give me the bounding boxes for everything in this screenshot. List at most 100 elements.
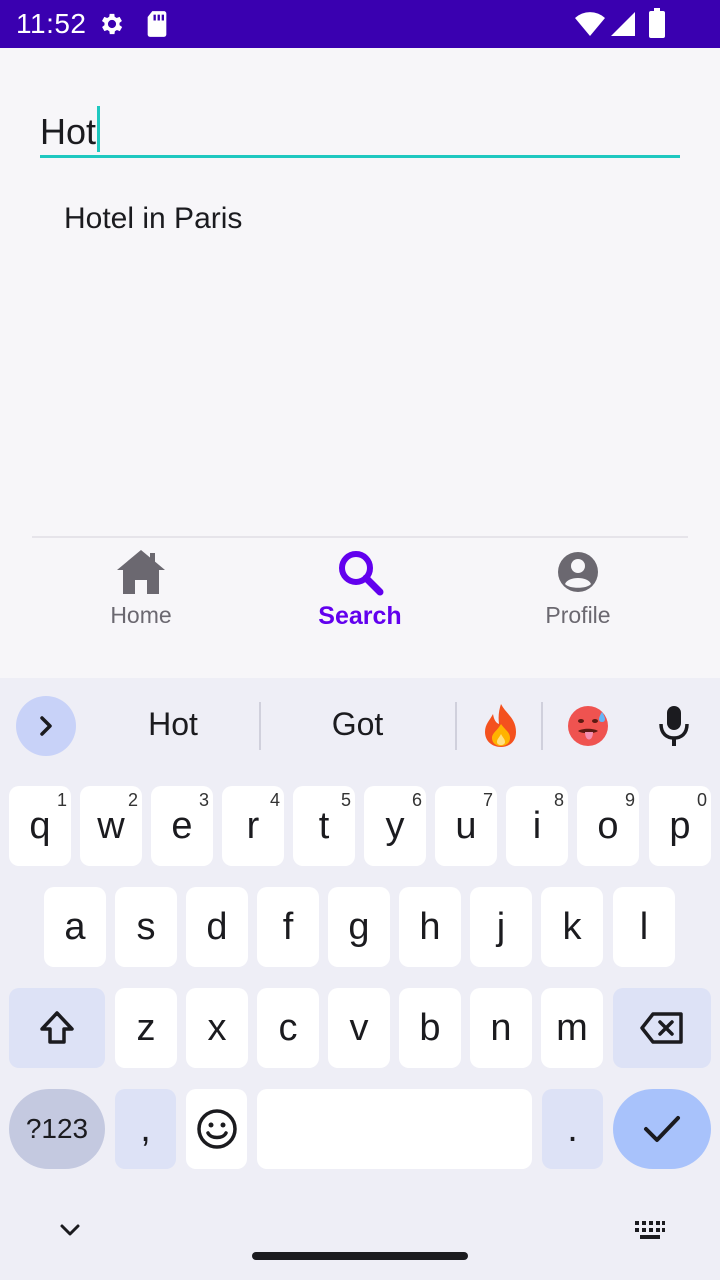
- nav-label-home: Home: [110, 602, 172, 628]
- search-input[interactable]: Hot: [40, 100, 680, 158]
- nav-item-profile[interactable]: Profile: [478, 548, 678, 658]
- text-caret: [97, 106, 101, 152]
- key-k[interactable]: k: [541, 887, 603, 967]
- key-j[interactable]: j: [470, 887, 532, 967]
- key-label: t: [318, 804, 330, 847]
- key-y[interactable]: y6: [364, 786, 426, 866]
- key-h[interactable]: h: [399, 887, 461, 967]
- battery-icon: [649, 8, 665, 38]
- home-icon: [117, 550, 165, 594]
- key-l[interactable]: l: [613, 887, 675, 967]
- key-label: h: [419, 905, 441, 948]
- key-a[interactable]: a: [44, 887, 106, 967]
- key-q[interactable]: q1: [9, 786, 71, 866]
- home-indicator[interactable]: [252, 1252, 468, 1260]
- key-label: l: [639, 905, 649, 948]
- key-hint: 8: [553, 790, 564, 810]
- key-label: g: [348, 905, 370, 948]
- key-hint: 2: [127, 790, 138, 810]
- nav-item-search[interactable]: Search: [260, 548, 460, 658]
- hot-face-emoji[interactable]: [566, 704, 610, 748]
- key-hint: 5: [340, 790, 351, 810]
- key-hint: 0: [696, 790, 707, 810]
- key-label: v: [349, 1006, 369, 1049]
- key-hint: 7: [482, 790, 493, 810]
- key-label: a: [64, 905, 86, 948]
- key-label: y: [385, 804, 405, 847]
- app-content: Hot Hotel in Paris Home Search Profile: [0, 48, 720, 678]
- key-label: d: [206, 905, 228, 948]
- key-g[interactable]: g: [328, 887, 390, 967]
- key-d[interactable]: d: [186, 887, 248, 967]
- suggestion-divider: [541, 702, 543, 750]
- nav-item-home[interactable]: Home: [41, 548, 241, 658]
- status-time: 11:52: [16, 8, 87, 39]
- suggestion-divider: [259, 702, 261, 750]
- nav-label-search: Search: [318, 602, 402, 630]
- key-w[interactable]: w2: [80, 786, 142, 866]
- keyboard-icon[interactable]: [634, 1218, 666, 1242]
- key-enter[interactable]: [613, 1089, 711, 1169]
- status-bar: 11:52: [0, 0, 720, 48]
- search-suggestion[interactable]: Hotel in Paris: [64, 202, 242, 236]
- key-p[interactable]: p0: [649, 786, 711, 866]
- key-f[interactable]: f: [257, 887, 319, 967]
- key-r[interactable]: r4: [222, 786, 284, 866]
- key-hint: 9: [624, 790, 635, 810]
- keyboard-expand-button[interactable]: [16, 696, 76, 756]
- key-shift[interactable]: [9, 988, 105, 1068]
- key-backspace[interactable]: [613, 988, 711, 1068]
- key-e[interactable]: e3: [151, 786, 213, 866]
- key-u[interactable]: u7: [435, 786, 497, 866]
- key-b[interactable]: b: [399, 988, 461, 1068]
- key-o[interactable]: o9: [577, 786, 639, 866]
- key-v[interactable]: v: [328, 988, 390, 1068]
- key-i[interactable]: i8: [506, 786, 568, 866]
- shift-icon: [40, 1011, 74, 1044]
- keyboard-suggestion[interactable]: Hot: [118, 706, 228, 743]
- key-emoji[interactable]: [186, 1089, 247, 1169]
- key-label: r: [246, 804, 260, 847]
- key-hint: 1: [56, 790, 67, 810]
- key-label: w: [97, 804, 125, 847]
- key-comma[interactable]: ,: [115, 1089, 176, 1169]
- key-s[interactable]: s: [115, 887, 177, 967]
- key-label: e: [171, 804, 193, 847]
- key-z[interactable]: z: [115, 988, 177, 1068]
- gear-icon: [101, 13, 123, 35]
- fire-emoji[interactable]: [480, 702, 522, 748]
- key-label: j: [496, 905, 506, 948]
- smiley-icon: [196, 1109, 237, 1149]
- key-label: z: [136, 1006, 156, 1049]
- key-t[interactable]: t5: [293, 786, 355, 866]
- microphone-icon[interactable]: [656, 704, 692, 748]
- key-label: k: [562, 905, 582, 948]
- backspace-icon: [640, 1012, 683, 1044]
- key-hint: 4: [269, 790, 280, 810]
- key-space[interactable]: [257, 1089, 532, 1169]
- key-hint: 3: [198, 790, 209, 810]
- key-m[interactable]: m: [541, 988, 603, 1068]
- bottom-navigation: Home Search Profile: [0, 538, 720, 678]
- wifi-icon: [575, 12, 605, 37]
- key-label: u: [455, 804, 477, 847]
- key-label: n: [490, 1006, 512, 1049]
- check-icon: [644, 1116, 680, 1142]
- key-c[interactable]: c: [257, 988, 319, 1068]
- key-label: b: [419, 1006, 441, 1049]
- keyboard-suggestion[interactable]: Got: [300, 706, 415, 743]
- soft-keyboard: Hot Got q1 w2 e3 r4 t5 y6 u7 i8 o9 p0 a …: [0, 678, 720, 1280]
- search-icon: [339, 551, 384, 596]
- key-label: i: [532, 804, 542, 847]
- key-label: f: [282, 905, 294, 948]
- chevron-down-icon[interactable]: [56, 1218, 84, 1242]
- key-symbols[interactable]: ?123: [9, 1089, 105, 1169]
- key-label: m: [556, 1006, 588, 1049]
- nav-label-profile: Profile: [545, 602, 611, 628]
- key-period[interactable]: .: [542, 1089, 603, 1169]
- search-input-value: Hot: [40, 106, 101, 153]
- key-label: c: [278, 1006, 298, 1049]
- signal-icon: [611, 12, 635, 36]
- key-x[interactable]: x: [186, 988, 248, 1068]
- key-n[interactable]: n: [470, 988, 532, 1068]
